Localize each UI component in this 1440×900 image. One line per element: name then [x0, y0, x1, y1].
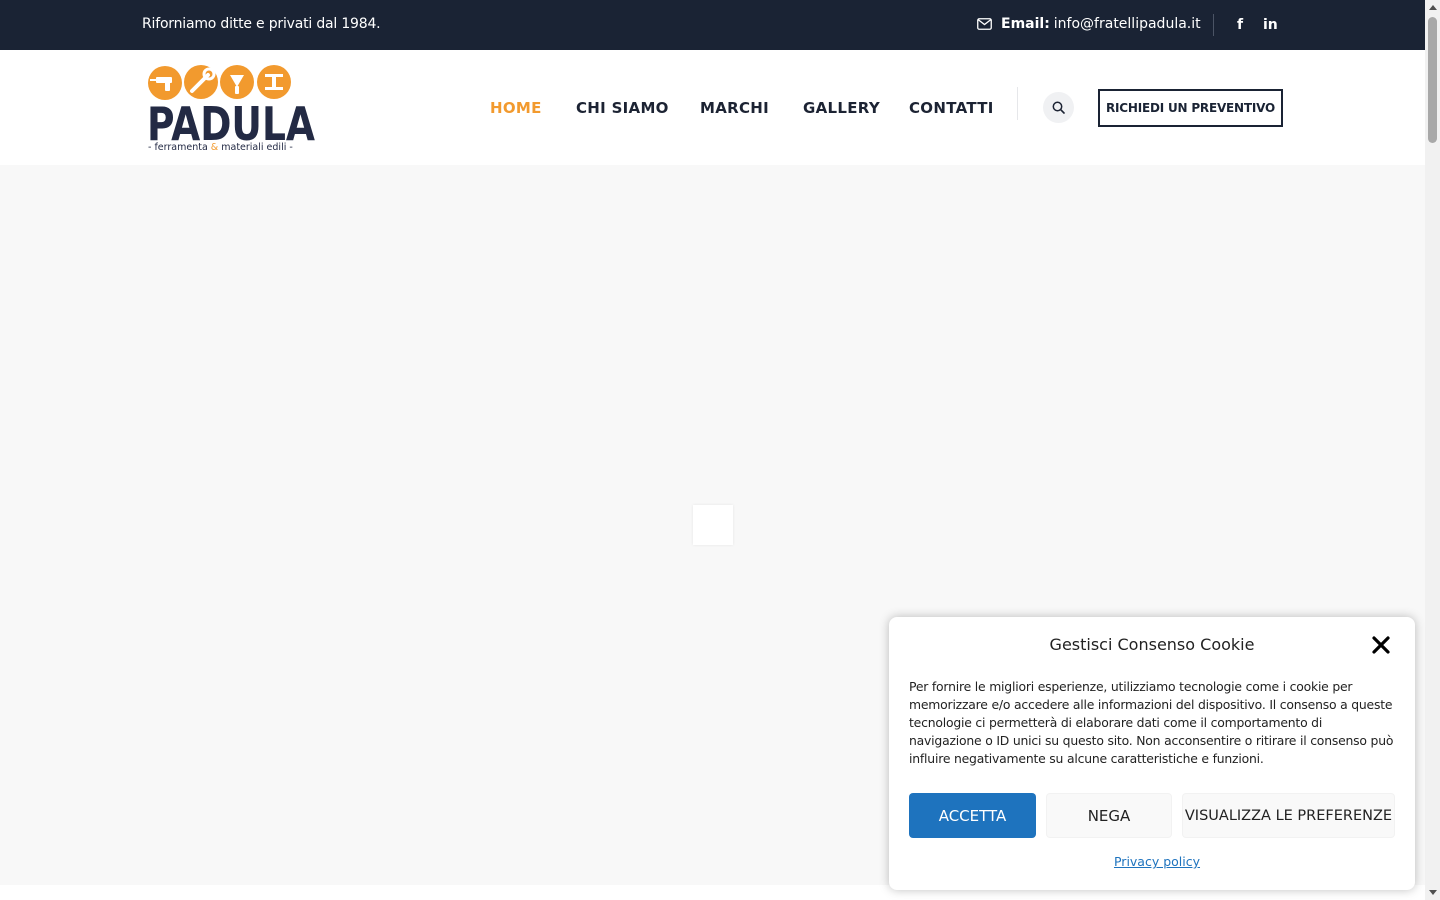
envelope-icon — [977, 18, 992, 30]
nav-item-gallery[interactable]: GALLERY — [803, 99, 880, 117]
email-contact[interactable]: Email: info@fratellipadula.it — [977, 16, 1201, 32]
nav-item-chi-siamo[interactable]: CHI SIAMO — [576, 99, 669, 117]
email-address[interactable]: info@fratellipadula.it — [1054, 16, 1201, 32]
site-header: PADULA - ferramenta & materiali edili - … — [0, 50, 1425, 165]
search-button[interactable] — [1043, 92, 1074, 123]
cookie-dialog-message: Per fornire le migliori esperienze, util… — [909, 679, 1394, 766]
accept-button[interactable]: ACCETTA — [909, 793, 1036, 838]
vertical-scrollbar[interactable] — [1425, 0, 1440, 900]
logo-tagline-left: - ferramenta — [148, 142, 211, 153]
email-label: Email: — [1001, 16, 1050, 32]
cookie-dialog-title: Gestisci Consenso Cookie — [1049, 635, 1255, 654]
nav-item-contatti[interactable]: CONTATTI — [909, 99, 994, 117]
facebook-icon[interactable]: f — [1237, 17, 1243, 33]
scroll-down-arrow-icon[interactable] — [1425, 885, 1440, 900]
privacy-policy-link[interactable]: Privacy policy — [889, 854, 1425, 869]
logo-tagline: - ferramenta & materiali edili - — [148, 142, 293, 153]
nav-item-marchi[interactable]: MARCHI — [700, 99, 769, 117]
search-icon — [1052, 101, 1065, 114]
top-bar-tagline: Riforniamo ditte e privati dal 1984. — [142, 16, 381, 32]
linkedin-icon[interactable]: in — [1263, 17, 1278, 33]
scrollbar-thumb[interactable] — [1428, 17, 1437, 143]
cookie-consent-dialog: Gestisci Consenso Cookie Per fornire le … — [889, 617, 1415, 890]
header-divider — [1017, 87, 1018, 120]
logo-tagline-right: materiali edili - — [218, 142, 293, 153]
view-preferences-button[interactable]: VISUALIZZA LE PREFERENZE — [1182, 793, 1395, 838]
request-quote-button[interactable]: RICHIEDI UN PREVENTIVO — [1098, 89, 1283, 127]
padula-logo[interactable]: PADULA - ferramenta & materiali edili - — [146, 65, 318, 155]
page-loader — [693, 505, 733, 545]
nav-item-home[interactable]: HOME — [490, 99, 542, 117]
close-button[interactable] — [1369, 633, 1393, 657]
top-bar-divider — [1213, 14, 1214, 36]
top-bar: Riforniamo ditte e privati dal 1984. Ema… — [0, 0, 1425, 50]
close-icon — [1372, 636, 1390, 654]
logo-tool-badges — [148, 65, 291, 100]
scroll-up-arrow-icon[interactable] — [1425, 0, 1440, 15]
deny-button[interactable]: NEGA — [1046, 793, 1172, 838]
